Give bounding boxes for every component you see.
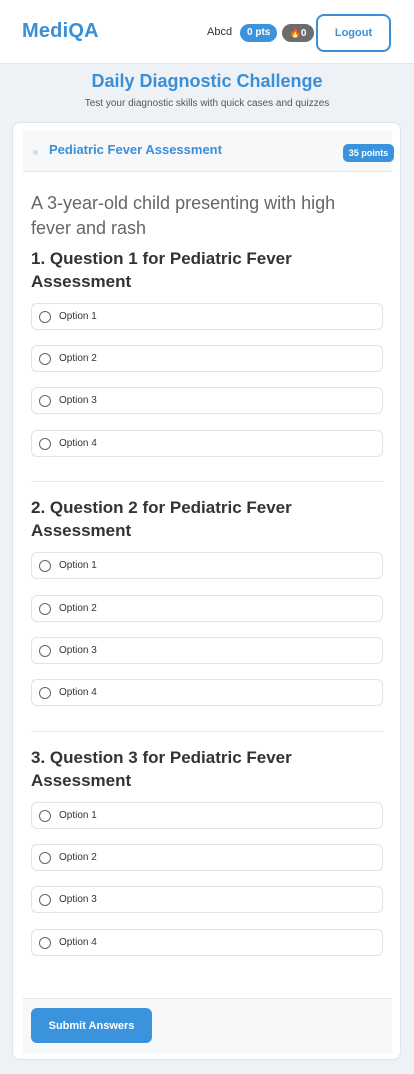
question-title: 1. Question 1 for Pediatric Fever Assess… bbox=[31, 249, 292, 291]
card-footer: Submit Answers bbox=[23, 998, 392, 1054]
radio-button[interactable] bbox=[39, 395, 51, 407]
answer-option[interactable]: Option 3 bbox=[31, 886, 383, 913]
question-divider bbox=[31, 481, 383, 482]
page-title: Daily Diagnostic Challenge bbox=[91, 71, 323, 91]
option-label: Option 2 bbox=[59, 852, 97, 863]
radio-button[interactable] bbox=[39, 311, 51, 323]
challenge-card: Pediatric Fever Assessment 35 points A 3… bbox=[12, 122, 401, 1060]
answer-option[interactable]: Option 3 bbox=[31, 637, 383, 664]
option-label: Option 4 bbox=[59, 937, 97, 948]
option-label: Option 3 bbox=[59, 894, 97, 905]
radio-button[interactable] bbox=[39, 645, 51, 657]
option-label: Option 2 bbox=[59, 603, 97, 614]
radio-button[interactable] bbox=[39, 810, 51, 822]
option-label: Option 2 bbox=[59, 353, 97, 364]
answer-option[interactable]: Option 1 bbox=[31, 303, 383, 330]
radio-button[interactable] bbox=[39, 560, 51, 572]
answer-option[interactable]: Option 4 bbox=[31, 679, 383, 706]
option-label: Option 1 bbox=[59, 810, 97, 821]
radio-button[interactable] bbox=[39, 687, 51, 699]
answer-option[interactable]: Option 2 bbox=[31, 595, 383, 622]
option-label: Option 3 bbox=[59, 395, 97, 406]
radio-button[interactable] bbox=[39, 353, 51, 365]
option-label: Option 1 bbox=[59, 560, 97, 571]
answer-option[interactable]: Option 4 bbox=[31, 430, 383, 457]
answer-option[interactable]: Option 1 bbox=[31, 802, 383, 829]
case-title: Pediatric Fever Assessment bbox=[49, 142, 222, 157]
submit-answers-button[interactable]: Submit Answers bbox=[31, 1008, 152, 1043]
option-label: Option 4 bbox=[59, 438, 97, 449]
answer-option[interactable]: Option 2 bbox=[31, 844, 383, 871]
option-label: Option 1 bbox=[59, 311, 97, 322]
answer-option[interactable]: Option 3 bbox=[31, 387, 383, 414]
radio-button[interactable] bbox=[39, 852, 51, 864]
answer-option[interactable]: Option 2 bbox=[31, 345, 383, 372]
option-label: Option 4 bbox=[59, 687, 97, 698]
radio-button[interactable] bbox=[39, 894, 51, 906]
points-badge: 0 pts bbox=[240, 24, 278, 42]
radio-button[interactable] bbox=[39, 603, 51, 615]
answer-option[interactable]: Option 1 bbox=[31, 552, 383, 579]
case-points-badge: 35 points bbox=[343, 144, 394, 162]
flame-icon: 🔥 bbox=[289, 28, 301, 38]
streak-count: 0 bbox=[300, 28, 307, 39]
case-indicator-dot bbox=[33, 150, 38, 155]
case-description: A 3-year-old child presenting with high … bbox=[31, 193, 336, 238]
answer-option[interactable]: Option 4 bbox=[31, 929, 383, 956]
option-label: Option 3 bbox=[59, 645, 97, 656]
question-divider bbox=[31, 731, 383, 732]
radio-button[interactable] bbox=[39, 438, 51, 450]
radio-button[interactable] bbox=[39, 937, 51, 949]
case-header[interactable]: Pediatric Fever Assessment 35 points bbox=[23, 131, 394, 172]
app-logo[interactable]: MediQA bbox=[22, 20, 99, 43]
page-subtitle: Test your diagnostic skills with quick c… bbox=[84, 98, 330, 109]
question-title: 2. Question 2 for Pediatric Fever Assess… bbox=[31, 498, 292, 540]
app-header: MediQA Abcd 0 pts 🔥0 Logout bbox=[0, 0, 414, 64]
streak-badge: 🔥0 bbox=[282, 24, 314, 42]
question-title: 3. Question 3 for Pediatric Fever Assess… bbox=[31, 748, 292, 790]
logout-button[interactable]: Logout bbox=[316, 14, 391, 52]
username: Abcd bbox=[207, 26, 233, 38]
